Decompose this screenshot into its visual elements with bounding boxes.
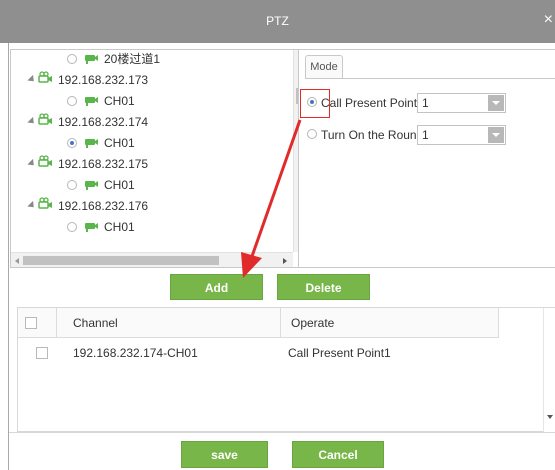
- ptz-table: Channel Operate 192.168.232.174-CH01 Cal…: [17, 307, 555, 433]
- row-operate: Call Present Point1: [288, 346, 391, 360]
- tree-channel-174[interactable]: CH01: [67, 133, 267, 153]
- camera-group-icon: [38, 155, 52, 167]
- camera-icon: [85, 55, 98, 64]
- tree-channel-20f[interactable]: 20楼过道1: [67, 50, 267, 69]
- tree-device-174[interactable]: 192.168.232.174: [25, 112, 265, 132]
- cancel-button[interactable]: Cancel: [292, 441, 384, 468]
- tree-channel-173[interactable]: CH01: [67, 91, 267, 111]
- camera-group-icon: [38, 197, 52, 209]
- channel-radio[interactable]: [67, 54, 77, 64]
- column-divider: [56, 308, 57, 338]
- add-button[interactable]: Add: [170, 274, 263, 300]
- chevron-down-icon[interactable]: [488, 95, 504, 111]
- tree-label: 192.168.232.174: [58, 115, 149, 129]
- save-button[interactable]: save: [181, 441, 268, 468]
- delete-button[interactable]: Delete: [277, 274, 370, 300]
- row-channel: 192.168.232.174-CH01: [73, 346, 198, 360]
- tree-label: CH01: [104, 178, 135, 192]
- table-row[interactable]: 192.168.232.174-CH01 Call Present Point1: [18, 341, 499, 365]
- option-label: Turn On the Round: [321, 128, 424, 142]
- tree-label: 192.168.232.176: [58, 199, 149, 213]
- camera-icon: [85, 181, 98, 190]
- camera-icon: [85, 97, 98, 106]
- mode-panel: Mode Call Present Point 1 Turn On the Ro…: [299, 49, 555, 268]
- annotation-highlight-box: [300, 89, 330, 118]
- channel-radio[interactable]: [67, 180, 77, 190]
- column-header-channel: Channel: [73, 316, 118, 330]
- tree-label: CH01: [104, 220, 135, 234]
- select-value: 1: [422, 128, 429, 142]
- scroll-left-icon[interactable]: [15, 258, 19, 264]
- channel-radio[interactable]: [67, 96, 77, 106]
- scroll-right-icon[interactable]: [283, 258, 287, 264]
- column-divider: [498, 308, 499, 338]
- tree-label: 192.168.232.173: [58, 73, 149, 87]
- tree-label: CH01: [104, 136, 135, 150]
- scroll-down-icon[interactable]: [547, 415, 553, 419]
- tree-channel-175[interactable]: CH01: [67, 175, 267, 195]
- tree-device-173[interactable]: 192.168.232.173: [25, 70, 265, 90]
- tree-device-176[interactable]: 192.168.232.176: [25, 196, 265, 216]
- option-label: Call Present Point: [321, 96, 418, 110]
- footer-divider: [9, 432, 555, 433]
- device-tree: 20楼过道1 192.168.232.173 CH01 192.168.232.…: [10, 49, 299, 268]
- scroll-thumb[interactable]: [23, 256, 219, 265]
- select-value: 1: [422, 96, 429, 110]
- table-scrollbar[interactable]: [543, 308, 555, 433]
- expand-triangle-icon[interactable]: [27, 116, 37, 127]
- round-select[interactable]: 1: [417, 125, 506, 145]
- tree-channel-176[interactable]: CH01: [67, 217, 267, 237]
- expand-triangle-icon[interactable]: [27, 158, 37, 169]
- tree-label: 20楼过道1: [104, 52, 161, 66]
- tree-label: 192.168.232.175: [58, 157, 149, 171]
- expand-triangle-icon[interactable]: [27, 200, 37, 211]
- select-all-checkbox[interactable]: [25, 317, 37, 329]
- channel-radio-selected[interactable]: [67, 138, 77, 148]
- row-checkbox[interactable]: [36, 347, 48, 359]
- window-title: PTZ: [266, 14, 289, 28]
- camera-icon: [85, 139, 98, 148]
- camera-icon: [85, 223, 98, 232]
- camera-group-icon: [38, 113, 52, 125]
- channel-radio[interactable]: [67, 222, 77, 232]
- preset-point-select[interactable]: 1: [417, 93, 506, 113]
- table-header: Channel Operate: [18, 308, 499, 338]
- close-icon[interactable]: ×: [544, 12, 553, 28]
- tree-horizontal-scrollbar[interactable]: [11, 252, 293, 267]
- tree-label: CH01: [104, 94, 135, 108]
- column-divider: [280, 308, 281, 338]
- tab-divider: [305, 78, 555, 79]
- tab-mode[interactable]: Mode: [305, 55, 343, 79]
- expand-triangle-icon[interactable]: [27, 74, 37, 85]
- title-bar: PTZ ×: [0, 0, 555, 43]
- camera-group-icon: [38, 71, 52, 83]
- turn-on-round-radio[interactable]: [307, 129, 317, 139]
- tree-device-175[interactable]: 192.168.232.175: [25, 154, 265, 174]
- chevron-down-icon[interactable]: [488, 127, 504, 143]
- column-header-operate: Operate: [291, 316, 335, 330]
